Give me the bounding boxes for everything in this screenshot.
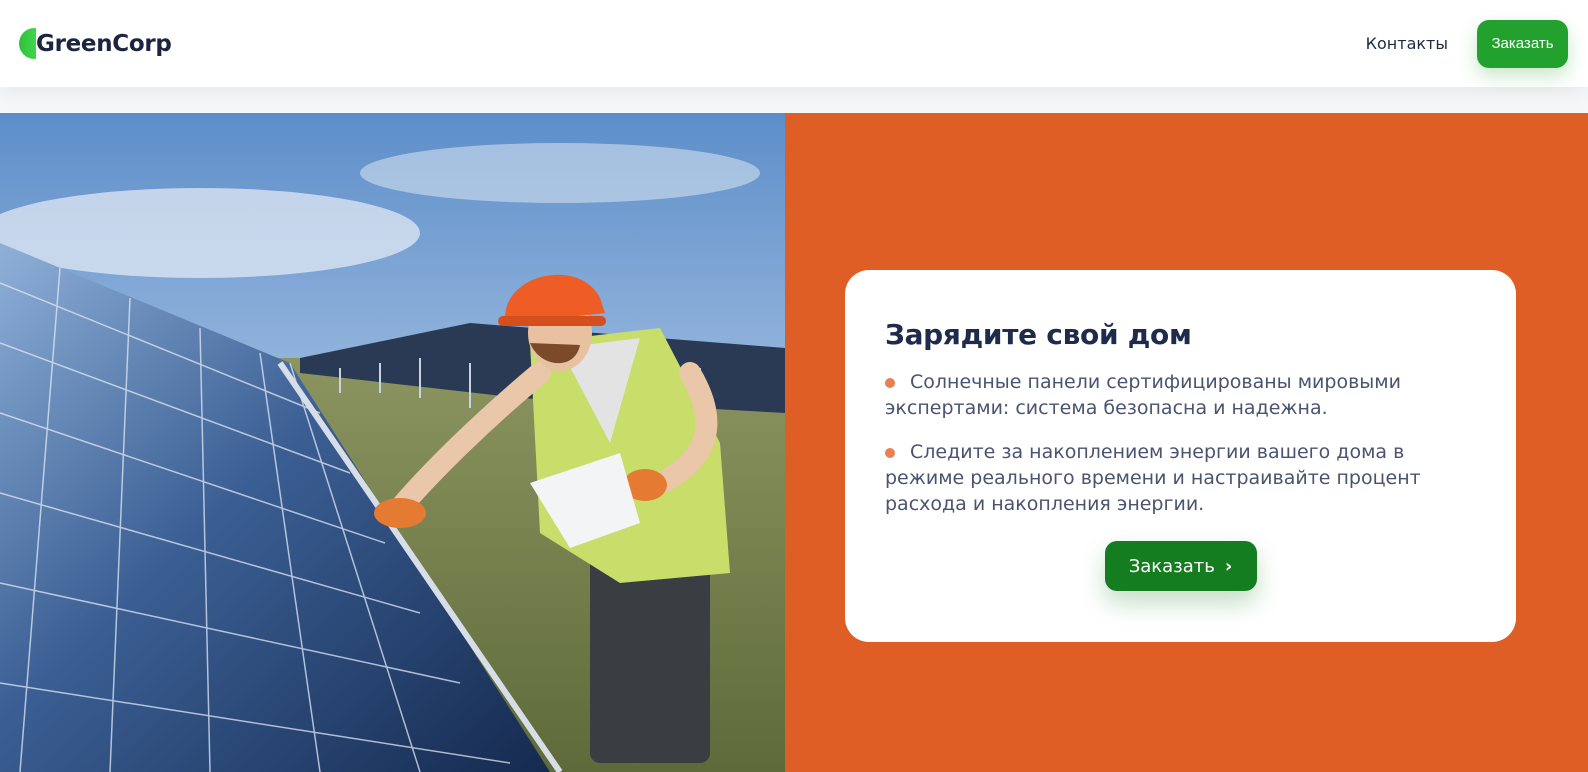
hero-section: Зарядите свой дом Солнечные панели серти… [0,113,1588,772]
photo-illustration [0,113,785,772]
promo-panel: Зарядите свой дом Солнечные панели серти… [785,113,1588,772]
bullet-text: Следите за накоплением энергии вашего до… [885,441,1421,515]
main-nav: Контакты Заказать [1366,19,1568,68]
bullet-item-monitoring: Следите за накоплением энергии вашего до… [885,439,1476,517]
cta-label: Заказать [1128,555,1215,577]
promo-card: Зарядите свой дом Солнечные панели серти… [845,270,1516,642]
card-order-button[interactable]: Заказать › [1104,541,1257,591]
bullet-text: Солнечные панели сертифицированы мировым… [885,371,1401,419]
bullet-dot-icon [885,378,895,388]
cta-wrapper: Заказать › [885,541,1476,591]
chevron-right-icon: › [1224,555,1233,577]
solar-worker-photo [0,113,785,772]
logo-text: GreenCorp [36,30,172,57]
card-title: Зарядите свой дом [885,318,1192,351]
logo-link[interactable]: GreenCorp [19,27,172,60]
nav-contacts-link[interactable]: Контакты [1366,34,1448,53]
bullet-dot-icon [885,448,895,458]
site-header: GreenCorp Контакты Заказать [0,0,1588,87]
header-order-button[interactable]: Заказать [1477,19,1568,68]
bullet-item-certified: Солнечные панели сертифицированы мировым… [885,369,1476,421]
